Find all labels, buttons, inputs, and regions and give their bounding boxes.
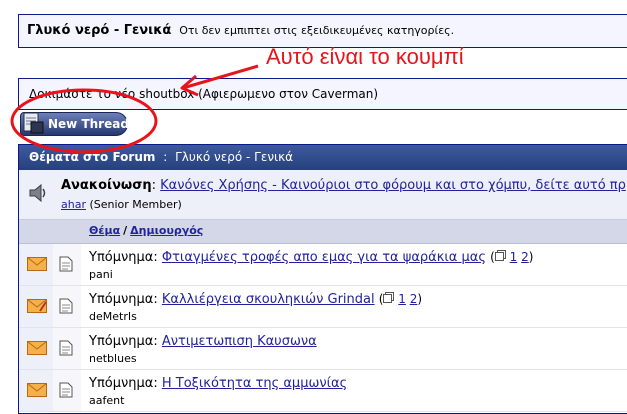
- thread-author: pani: [89, 268, 113, 281]
- thread-pages: ( 1 2): [490, 250, 534, 264]
- announcement-link[interactable]: Κανόνες Χρήσης - Καινούριοι στο φόρουμ κ…: [160, 178, 626, 193]
- speaker-icon: [27, 182, 49, 207]
- announcement-label: Ανακοίνωση: [61, 178, 152, 193]
- column-header: Θέμα / Δημιουργός: [19, 220, 627, 244]
- forum-description-bar: Γλυκό νερό - Γενικά Οτι δεν εμπιπτει στι…: [18, 14, 627, 48]
- document-icon: [59, 382, 73, 401]
- thread-title-link[interactable]: Φτιαγμένες τροφές απο εμας για τα ψαράκι…: [162, 250, 486, 265]
- document-icon: [59, 256, 73, 275]
- envelope-icon: [27, 257, 47, 274]
- announcement-separator: :: [151, 178, 157, 193]
- envelope-edit-icon: [27, 299, 47, 316]
- thread-prefix: Υπόμνημα:: [89, 292, 158, 307]
- forum-name: Γλυκό νερό - Γενικά: [27, 23, 172, 38]
- announcement-author-role: (Senior Member): [89, 198, 182, 211]
- announcement-title-line: Ανακοίνωση: Κανόνες Χρήσης - Καινούριοι …: [61, 178, 626, 193]
- thread-prefix: Υπόμνημα:: [89, 334, 158, 349]
- new-thread-button[interactable]: New Thread: [20, 111, 129, 136]
- thread-author: netblues: [89, 352, 137, 365]
- thread-title-link[interactable]: Καλλιέργεια σκουληκιών Grindal: [162, 292, 375, 307]
- multipage-icon: [494, 250, 506, 264]
- new-thread-label: New Thread: [48, 117, 129, 131]
- thread-author: aafent: [89, 394, 125, 407]
- sort-by-thread-link[interactable]: Θέμα: [89, 224, 120, 237]
- thread-row: Υπόμνημα: Η Τοξικότητα της αμμωνίας aafe…: [19, 370, 627, 412]
- annotation-text: Αυτό είναι το κουμπί: [266, 44, 464, 69]
- announcement-author-line: ahar (Senior Member): [61, 198, 182, 211]
- thread-title-link[interactable]: Αντιμετωπιση Καυσωνα: [162, 334, 317, 349]
- envelope-icon: [27, 341, 47, 358]
- document-icon: [59, 298, 73, 317]
- category-header: Θέματα στο Forum : Γλυκό νερό - Γενικά: [19, 145, 627, 170]
- thread-prefix: Υπόμνημα:: [89, 376, 158, 391]
- thread-title-link[interactable]: Η Τοξικότητα της αμμωνίας: [162, 376, 347, 391]
- page-link-2[interactable]: 2: [521, 250, 529, 264]
- category-name: Γλυκό νερό - Γενικά: [175, 150, 294, 164]
- thread-pages: ( 1 2): [378, 292, 423, 306]
- shoutbox-notice: Δοκιμάστε το νέο shoutbox (Αφιερωμενο στ…: [18, 78, 627, 110]
- envelope-icon: [27, 383, 47, 400]
- announcement-author-link[interactable]: ahar: [61, 198, 86, 211]
- thread-author: deMetrIs: [89, 310, 137, 323]
- thread-row: Υπόμνημα: Φτιαγμένες τροφές απο εμας για…: [19, 244, 627, 286]
- thread-prefix: Υπόμνημα:: [89, 250, 158, 265]
- thread-row: Υπόμνημα: Καλλιέργεια σκουληκιών Grindal…: [19, 286, 627, 328]
- forum-description: Οτι δεν εμπιπτει στις εξειδικευμένες κατ…: [179, 24, 455, 37]
- announcement-row: Ανακοίνωση: Κανόνες Χρήσης - Καινούριοι …: [19, 170, 627, 220]
- category-separator: :: [163, 150, 168, 164]
- thread-row: Υπόμνημα: Αντιμετωπιση Καυσωνα netblues: [19, 328, 627, 370]
- thread-list-table: Θέματα στο Forum : Γλυκό νερό - Γενικά Α…: [18, 144, 627, 414]
- page-link-1[interactable]: 1: [510, 250, 518, 264]
- page-link-1[interactable]: 1: [398, 292, 406, 306]
- multipage-icon: [383, 292, 395, 306]
- sort-by-creator-link[interactable]: Δημιουργός: [130, 224, 203, 237]
- document-icon: [59, 340, 73, 359]
- category-title: Θέματα στο Forum: [29, 150, 156, 164]
- new-thread-icon: [23, 111, 45, 135]
- column-slash: /: [123, 224, 128, 237]
- shoutbox-text: Δοκιμάστε το νέο shoutbox (Αφιερωμενο στ…: [29, 87, 379, 101]
